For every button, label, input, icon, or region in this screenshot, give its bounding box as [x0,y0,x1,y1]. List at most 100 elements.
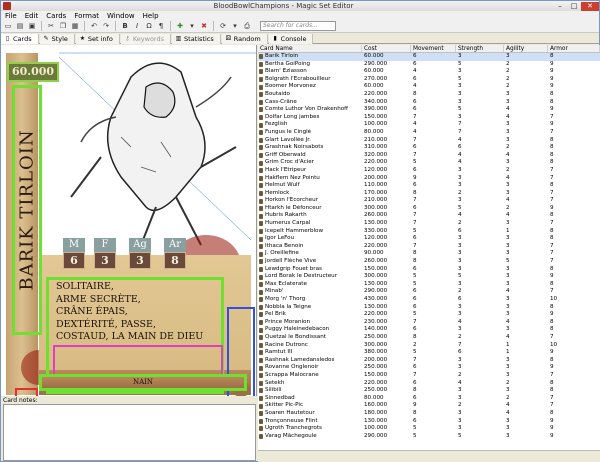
tab-set-info[interactable]: ★ Set info [75,33,120,44]
table-row[interactable]: Igor LeFou 120.000 6 3 3 8 [258,235,600,243]
card-name-box[interactable]: BARIK TIRLOIN [12,85,42,335]
chevron-down-icon[interactable]: ▾ [187,21,197,31]
tab-statistics[interactable]: ▥ Statistics [172,33,221,44]
menu-window[interactable]: Window [103,12,139,20]
stat-armor[interactable]: Ar 8 [164,238,186,269]
new-icon[interactable]: ▭ [3,21,13,31]
copy-icon[interactable]: ❐ [58,21,68,31]
table-row[interactable]: Silibili 250.000 8 3 3 8 [258,387,600,395]
stat-agility[interactable]: Ag 3 [129,238,151,269]
table-row[interactable]: Humerus Carpal 130.000 7 2 3 7 [258,220,600,228]
print-icon[interactable]: ⎙ [242,21,252,31]
table-row[interactable]: Skitter Pic-Pic 160.000 9 2 4 7 [258,402,600,410]
table-row[interactable]: Boomer Morvonez 60.000 4 3 2 9 [258,83,600,91]
table-row[interactable]: Icepelt Hammerblow 330.000 5 6 1 8 [258,228,600,236]
menu-file[interactable]: File [1,12,21,20]
column-header-cost[interactable]: Cost [362,45,411,52]
table-row[interactable]: Boutaido 220.000 8 3 3 8 [258,91,600,99]
column-header-agility[interactable]: Agility [504,45,548,52]
table-row[interactable]: Helmut Wulf 110.000 6 3 3 8 [258,182,600,190]
table-row[interactable]: Hemlock 170.000 8 2 3 7 [258,190,600,198]
table-row[interactable]: Barik Tirloin 60.000 6 3 3 8 [258,53,600,61]
table-row[interactable]: Hubris Rakarth 260.000 7 4 4 8 [258,212,600,220]
table-row[interactable]: Rashnak Lamedansledos 200.000 7 3 3 8 [258,357,600,365]
column-header-name[interactable]: Card Name [258,45,362,52]
table-row[interactable]: Morg 'n' Thorg 430.000 6 6 3 10 [258,296,600,304]
tab-keywords[interactable]: ⚷ Keywords [120,33,172,44]
undo-icon[interactable]: ↶ [89,21,99,31]
bold-icon[interactable]: B [120,21,130,31]
table-row[interactable]: Comte Luthor Von Drakenhoff 390.000 6 5 4 9 [258,106,600,114]
maximize-button[interactable]: □ [567,2,581,11]
table-row[interactable]: Varag Mâchegoule 290.000 5 5 3 9 [258,433,600,441]
table-row[interactable]: Sinnedbad 80.000 6 3 2 7 [258,395,600,403]
table-row[interactable]: Scrappa Malocrane 150.000 7 2 3 7 [258,372,600,380]
add-card-icon[interactable]: ✚ [175,21,185,31]
menu-cards[interactable]: Cards [42,12,70,20]
column-header-armor[interactable]: Armor [548,45,600,52]
table-row[interactable]: Setekh 220.000 6 4 2 8 [258,380,600,388]
table-row[interactable]: Cass-Crâne 340.000 6 3 3 8 [258,99,600,107]
table-row[interactable]: Dolfar Long jambes 150.000 7 3 4 7 [258,114,600,122]
table-row[interactable]: Racine Dutronc 300.000 2 7 1 10 [258,342,600,350]
rotate-icon[interactable]: ⟳ [218,21,228,31]
table-row[interactable]: Nobbla la Teigne 130.000 6 3 3 8 [258,304,600,312]
table-row[interactable]: Tronçonneuse Flint 130.000 6 3 3 9 [258,418,600,426]
tab-style[interactable]: ✎ Style [39,33,75,44]
column-header-strength[interactable]: Strength [456,45,504,52]
card-list[interactable]: Card Name Cost Movement Strength Agility… [258,45,600,450]
table-row[interactable]: Jordell Flèche Vive 260.000 8 3 5 7 [258,258,600,266]
table-row[interactable]: Griff Oberwald 320.000 7 4 4 8 [258,152,600,160]
table-row[interactable]: Minab' 290.000 6 2 4 7 [258,288,600,296]
table-row[interactable]: Rovanne Onglenoir 250.000 6 3 3 9 [258,364,600,372]
table-row[interactable]: Ugroth Tranchegrots 100.000 5 3 3 9 [258,425,600,433]
table-row[interactable]: Bolgrath l'Ecrabouilleur 270.000 6 5 2 9 [258,76,600,84]
card-price[interactable]: 60.000 [7,62,59,82]
redo-icon[interactable]: ↷ [101,21,111,31]
table-row[interactable]: Grashnak Noirsabots 310.000 6 6 2 8 [258,144,600,152]
reminder-icon[interactable]: ¶ [156,21,166,31]
column-header-movement[interactable]: Movement [411,45,456,52]
table-row[interactable]: J. Oreillefine 90.000 8 3 3 7 [258,250,600,258]
search-input[interactable]: Search for cards... [260,21,336,31]
table-row[interactable]: Blam' Eziasson 60.000 4 3 2 9 [258,68,600,76]
menu-help[interactable]: Help [139,12,163,20]
table-row[interactable]: Horkon l'Écorcheur 210.000 7 3 4 7 [258,197,600,205]
menu-format[interactable]: Format [70,12,103,20]
table-row[interactable]: Htarkh le Défonceur 300.000 6 5 2 9 [258,205,600,213]
table-row[interactable]: Soaren Hautetour 180.000 8 3 4 8 [258,410,600,418]
menu-edit[interactable]: Edit [21,12,43,20]
tab-random[interactable]: ⚄ Random [221,33,268,44]
table-row[interactable]: Fungus le Cinglé 80.000 4 7 3 7 [258,129,600,137]
card-race[interactable]: NAIN [39,374,247,391]
table-row[interactable]: Bertha GoiPoing 290.000 6 5 2 9 [258,61,600,69]
symbol-icon[interactable]: Ω [144,21,154,31]
table-row[interactable]: Glart Lavollée Jr. 210.000 7 4 3 8 [258,137,600,145]
table-row[interactable]: Quetzal le Bondissant 250.000 8 2 4 7 [258,334,600,342]
table-row[interactable]: Pel Brik 220.000 5 3 3 9 [258,311,600,319]
table-row[interactable]: Lord Borak le Destructeur 300.000 5 5 3 9 [258,273,600,281]
cut-icon[interactable]: ✂ [46,21,56,31]
card-preview[interactable]: 60.000 BARIK TIRLOIN M6 F3 Ag 3 Ar 8 SOLIT… [1,45,257,396]
minimize-button[interactable]: – [553,2,567,11]
tab-cards[interactable]: ▯ Cards [1,33,39,44]
table-row[interactable]: Hack l'Étripeur 120.000 6 3 2 7 [258,167,600,175]
table-row[interactable]: Hakflem Nez Pointu 200.000 9 3 4 7 [258,175,600,183]
table-row[interactable]: Max Éclaterate 130.000 5 3 3 8 [258,281,600,289]
card-notes-input[interactable] [3,404,256,461]
open-icon[interactable]: ▤ [15,21,25,31]
stat-movement[interactable]: M6 [63,238,85,269]
table-row[interactable]: Prince Moranion 230.000 7 4 4 8 [258,319,600,327]
table-row[interactable]: Fezglish 100.000 4 7 3 9 [258,121,600,129]
table-row[interactable]: Ithaca Benoin 220.000 7 3 3 7 [258,243,600,251]
table-row[interactable]: Ramtut III 380.000 5 6 1 9 [258,349,600,357]
table-row[interactable]: Puggy Haleinedebacon 140.000 6 3 3 8 [258,326,600,334]
save-icon[interactable]: ▣ [27,21,37,31]
chevron-down-icon[interactable]: ▾ [230,21,240,31]
corner-symbol-box[interactable] [15,388,38,396]
table-row[interactable]: Grim Croc d'Acier 220.000 5 4 3 8 [258,159,600,167]
table-row[interactable]: Lewdgrip Fouet bras 150.000 6 3 3 8 [258,266,600,274]
stat-strength[interactable]: F3 [94,238,116,269]
remove-card-icon[interactable]: ✖ [199,21,209,31]
close-button[interactable]: ✕ [581,1,599,11]
